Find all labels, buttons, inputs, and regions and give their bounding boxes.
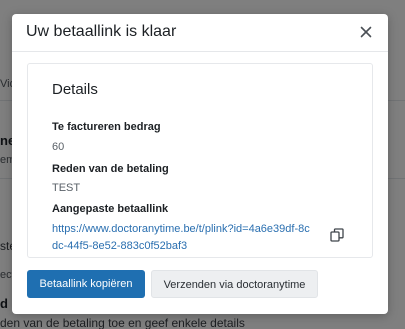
amount-value: 60 — [52, 141, 65, 153]
payment-link-modal: Uw betaallink is klaar Details Te factur… — [12, 14, 388, 314]
details-card: Details Te factureren bedrag 60 Reden va… — [27, 63, 373, 258]
modal-header: Uw betaallink is klaar — [12, 14, 388, 52]
copy-link-button[interactable] — [330, 228, 344, 242]
reason-value: TEST — [52, 182, 81, 194]
payment-link-label: Aangepaste betaallink — [52, 203, 169, 215]
screen: Vid ne em ste ect d den van de betaling … — [0, 0, 405, 329]
reason-label: Reden van de betaling — [52, 163, 169, 175]
copy-icon — [330, 228, 344, 242]
payment-link[interactable]: https://www.doctoranytime.be/t/plink?id=… — [52, 221, 314, 255]
details-heading: Details — [52, 81, 98, 98]
send-via-doctoranytime-button[interactable]: Verzenden via doctoranytime — [151, 270, 318, 298]
modal-title: Uw betaallink is klaar — [26, 23, 177, 40]
close-icon — [360, 26, 372, 38]
copy-payment-link-button[interactable]: Betaallink kopiëren — [27, 270, 145, 298]
close-button[interactable] — [358, 24, 374, 40]
amount-label: Te factureren bedrag — [52, 121, 161, 133]
